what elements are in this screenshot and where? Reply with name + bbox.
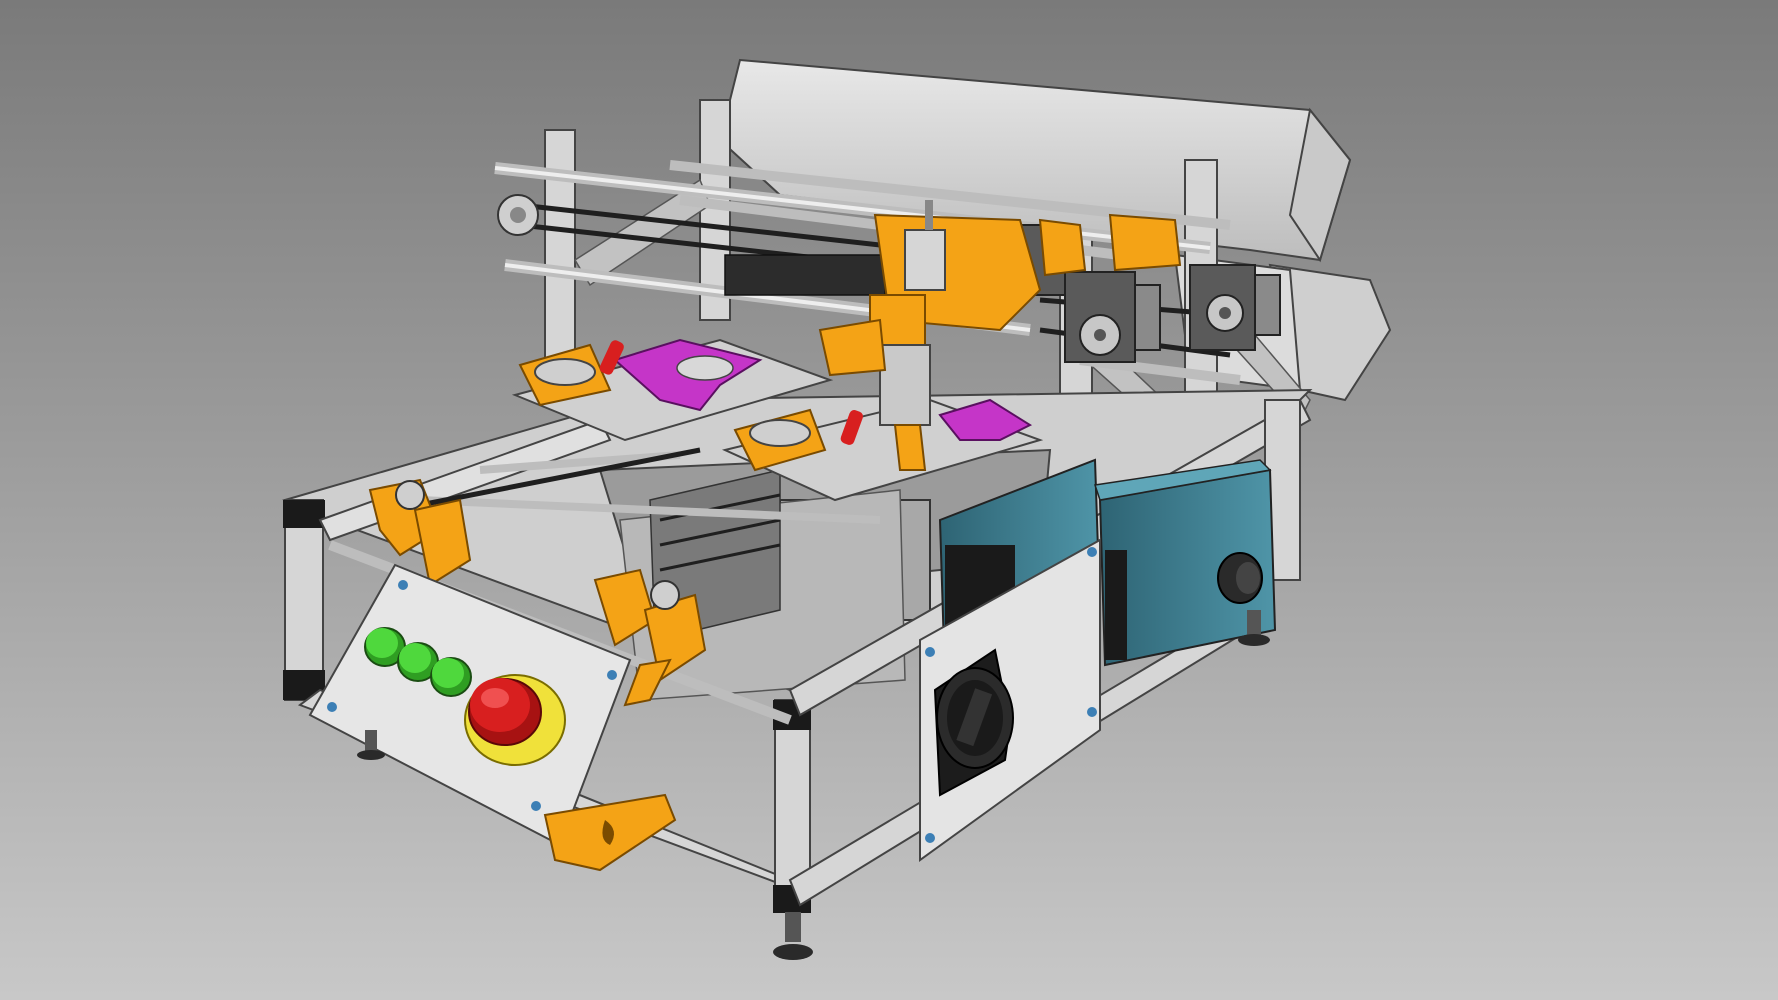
cable-gland (1217, 552, 1263, 604)
emergency-stop-button[interactable] (464, 674, 566, 766)
start-button[interactable] (430, 657, 472, 697)
cad-viewport[interactable] (0, 0, 1778, 1000)
machine-model (282, 58, 1392, 960)
stepper-motor (1064, 271, 1161, 363)
